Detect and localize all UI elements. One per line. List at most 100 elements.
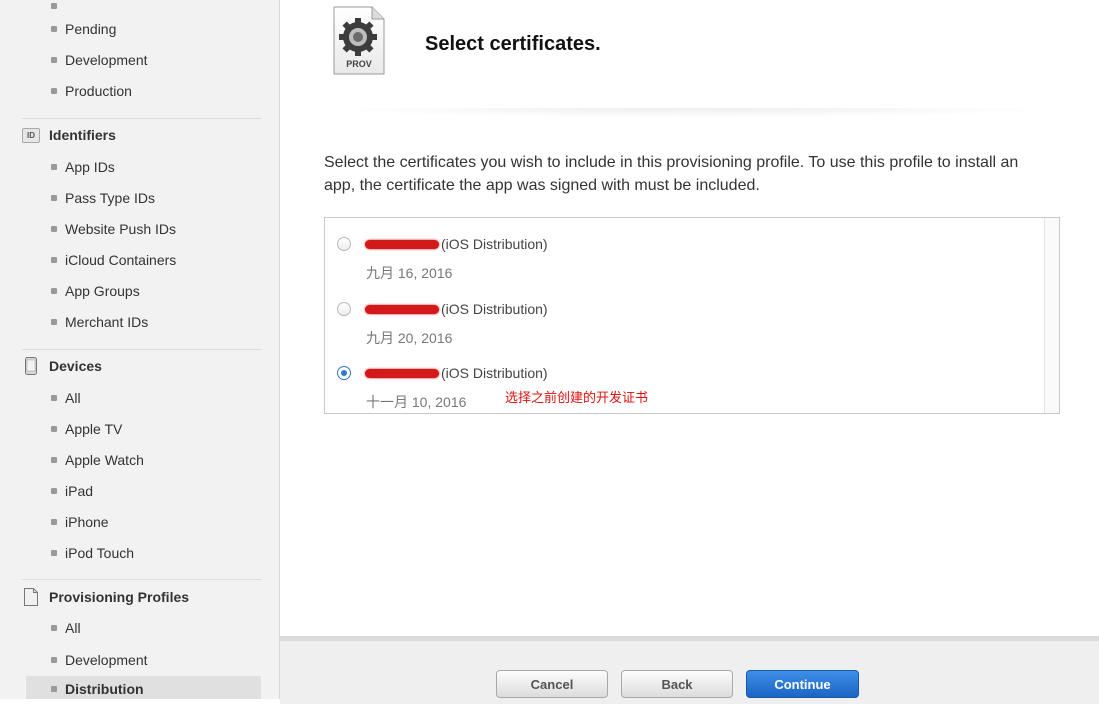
certificate-date: 十一月 10, 2016 <box>366 394 467 410</box>
sidebar-header-identifiers[interactable]: ID Identifiers <box>22 125 116 145</box>
sidebar-item-production[interactable]: Production <box>26 79 261 103</box>
sidebar-item-cert-development[interactable]: Development <box>26 48 261 72</box>
sidebar-item-label: Website Push IDs <box>65 221 177 237</box>
main-content: PROV Select certificates. Select the cer… <box>280 0 1099 704</box>
footer-bar: Cancel Back Continue <box>280 636 1099 704</box>
bullet-icon <box>51 426 57 432</box>
certificate-name: (iOS Distribution) <box>365 365 548 381</box>
bullet-icon <box>51 88 57 94</box>
sidebar-item-label: iPhone <box>65 514 109 530</box>
back-button[interactable]: Back <box>621 670 733 698</box>
bullet-icon <box>51 686 57 692</box>
bullet-icon <box>51 257 57 263</box>
sidebar-item-devices-all[interactable]: All <box>26 386 261 410</box>
sidebar-header-devices[interactable]: Devices <box>22 356 102 376</box>
sidebar-item-icloud-containers[interactable]: iCloud Containers <box>26 248 261 272</box>
sidebar-item-label: App Groups <box>65 283 140 299</box>
sidebar-item-profiles-distribution[interactable]: Distribution <box>26 676 261 699</box>
sidebar-item-ipad[interactable]: iPad <box>26 479 261 503</box>
bullet-icon <box>51 488 57 494</box>
sidebar-item-label: All <box>65 620 81 636</box>
sidebar-item-label: Pass Type IDs <box>65 190 156 206</box>
sidebar-item-label: Pending <box>65 21 117 37</box>
bullet-icon <box>51 457 57 463</box>
sidebar-item-label: iPad <box>65 483 94 499</box>
sidebar-item-label: Apple Watch <box>65 452 144 468</box>
certificate-name: (iOS Distribution) <box>365 236 548 252</box>
cancel-button[interactable]: Cancel <box>496 670 608 698</box>
certificate-name: (iOS Distribution) <box>365 301 548 317</box>
sidebar-item-label: All <box>65 390 81 406</box>
sidebar-divider <box>22 118 261 119</box>
page-title: Select certificates. <box>425 33 601 55</box>
certificate-type: (iOS Distribution) <box>441 365 548 381</box>
sidebar-header-label: Provisioning Profiles <box>49 589 190 605</box>
bullet-icon <box>51 164 57 170</box>
certificate-option[interactable]: (iOS Distribution) 九月 16, 2016 <box>325 224 1025 281</box>
iphone-icon <box>22 357 40 375</box>
sidebar-header-label: Devices <box>49 358 102 374</box>
sidebar: Pending Development Production ID Identi… <box>0 0 280 699</box>
sidebar-item-pending[interactable]: Pending <box>26 17 261 41</box>
sidebar-item-label: Production <box>65 83 132 99</box>
certificate-option[interactable]: (iOS Distribution) 九月 20, 2016 <box>325 289 1025 346</box>
sidebar-item-profiles-development[interactable]: Development <box>26 648 261 672</box>
bullet-icon <box>51 625 57 631</box>
bullet-icon <box>51 657 57 663</box>
bullet-icon <box>51 395 57 401</box>
document-icon <box>22 588 40 606</box>
radio-button-checked[interactable] <box>337 366 351 380</box>
sidebar-item-app-ids[interactable]: App IDs <box>26 155 261 179</box>
certificate-option-selected[interactable]: (iOS Distribution) 十一月 10, 2016 选择之前创建的开… <box>325 353 1025 410</box>
bullet-icon <box>51 550 57 556</box>
sidebar-item-apple-watch[interactable]: Apple Watch <box>26 448 261 472</box>
sidebar-item-apple-tv[interactable]: Apple TV <box>26 417 261 441</box>
bullet-icon <box>51 3 57 9</box>
sidebar-item-certificates-all[interactable] <box>26 0 261 18</box>
sidebar-header-provisioning-profiles[interactable]: Provisioning Profiles <box>22 587 189 607</box>
annotation-note: 选择之前创建的开发证书 <box>505 390 649 405</box>
redaction-mark <box>365 239 439 249</box>
radio-button[interactable] <box>337 302 351 316</box>
sidebar-item-merchant-ids[interactable]: Merchant IDs <box>26 310 261 334</box>
sidebar-item-profiles-all[interactable]: All <box>26 616 261 640</box>
bullet-icon <box>51 57 57 63</box>
sidebar-item-app-groups[interactable]: App Groups <box>26 279 261 303</box>
bullet-icon <box>51 226 57 232</box>
certificate-list: (iOS Distribution) 九月 16, 2016 (iOS Dist… <box>324 217 1060 414</box>
radio-button[interactable] <box>337 237 351 251</box>
redaction-mark <box>365 304 439 314</box>
instructions-text: Select the certificates you wish to incl… <box>324 154 1019 194</box>
title-divider <box>320 108 1060 118</box>
bullet-icon <box>51 195 57 201</box>
sidebar-item-label: iPod Touch <box>65 545 135 561</box>
sidebar-item-ipod-touch[interactable]: iPod Touch <box>26 541 261 565</box>
continue-button[interactable]: Continue <box>746 670 859 698</box>
sidebar-item-label: Apple TV <box>65 421 123 437</box>
bullet-icon <box>51 288 57 294</box>
sidebar-header-label: Identifiers <box>49 127 116 143</box>
scrollbar[interactable] <box>1044 218 1059 413</box>
redaction-mark <box>365 368 439 378</box>
certificate-type: (iOS Distribution) <box>441 236 548 252</box>
bullet-icon <box>51 319 57 325</box>
id-icon: ID <box>22 126 40 144</box>
sidebar-item-label: Distribution <box>65 681 144 697</box>
sidebar-item-website-push-ids[interactable]: Website Push IDs <box>26 217 261 241</box>
sidebar-item-pass-type-ids[interactable]: Pass Type IDs <box>26 186 261 210</box>
id-icon-text: ID <box>22 127 40 143</box>
sidebar-item-label: Development <box>65 52 148 68</box>
certificate-type: (iOS Distribution) <box>441 301 548 317</box>
icon-label: PROV <box>346 59 372 69</box>
provisioning-profile-icon: PROV <box>332 6 386 76</box>
sidebar-item-label: iCloud Containers <box>65 252 177 268</box>
sidebar-item-label: Development <box>65 652 148 668</box>
bullet-icon <box>51 26 57 32</box>
certificate-date: 九月 16, 2016 <box>366 265 453 281</box>
sidebar-divider <box>22 579 261 580</box>
sidebar-item-label: Merchant IDs <box>65 314 149 330</box>
sidebar-divider <box>22 349 261 350</box>
sidebar-item-label: App IDs <box>65 159 115 175</box>
sidebar-item-iphone[interactable]: iPhone <box>26 510 261 534</box>
bullet-icon <box>51 519 57 525</box>
